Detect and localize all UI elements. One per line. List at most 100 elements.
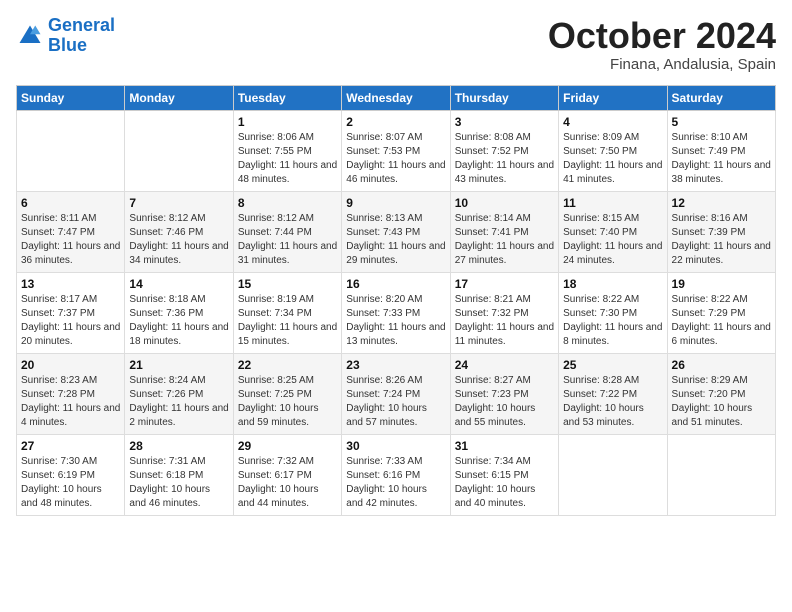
day-number: 13 [21,277,120,291]
day-info: Sunrise: 8:22 AM Sunset: 7:29 PM Dayligh… [672,293,771,349]
calendar-cell-w4-d0: 20 Sunrise: 8:23 AM Sunset: 7:28 PM Dayli… [17,353,125,434]
day-number: 11 [563,196,662,210]
calendar-cell-w5-d4: 31 Sunrise: 7:34 AM Sunset: 6:15 PM Dayli… [450,434,558,515]
day-info: Sunrise: 8:19 AM Sunset: 7:34 PM Dayligh… [238,293,337,349]
day-number: 12 [672,196,771,210]
day-number: 26 [672,358,771,372]
calendar-cell-w4-d4: 24 Sunrise: 8:27 AM Sunset: 7:23 PM Dayli… [450,353,558,434]
day-number: 29 [238,439,337,453]
calendar-cell-w1-d1 [125,110,233,191]
day-number: 4 [563,115,662,129]
day-info: Sunrise: 8:13 AM Sunset: 7:43 PM Dayligh… [346,212,445,268]
calendar-cell-w3-d6: 19Sunrise: 8:22 AM Sunset: 7:29 PM Dayli… [667,272,775,353]
calendar-cell-w2-d4: 10Sunrise: 8:14 AM Sunset: 7:41 PM Dayli… [450,191,558,272]
col-thursday: Thursday [450,85,558,110]
day-info: Sunrise: 8:08 AM Sunset: 7:52 PM Dayligh… [455,131,554,187]
calendar-week-5: 27 Sunrise: 7:30 AM Sunset: 6:19 PM Dayli… [17,434,776,515]
logo-text: General Blue [48,16,115,56]
calendar-cell-w4-d6: 26 Sunrise: 8:29 AM Sunset: 7:20 PM Dayli… [667,353,775,434]
day-number: 2 [346,115,445,129]
calendar-cell-w2-d2: 8Sunrise: 8:12 AM Sunset: 7:44 PM Daylig… [233,191,341,272]
day-info: Sunrise: 8:26 AM Sunset: 7:24 PM Dayligh… [346,374,445,430]
calendar-cell-w2-d0: 6 Sunrise: 8:11 AM Sunset: 7:47 PM Daylig… [17,191,125,272]
day-info: Sunrise: 8:12 AM Sunset: 7:44 PM Dayligh… [238,212,337,268]
col-sunday: Sunday [17,85,125,110]
calendar-cell-w4-d5: 25 Sunrise: 8:28 AM Sunset: 7:22 PM Dayli… [559,353,667,434]
day-number: 7 [129,196,228,210]
col-friday: Friday [559,85,667,110]
day-info: Sunrise: 8:10 AM Sunset: 7:49 PM Dayligh… [672,131,771,187]
day-info: Sunrise: 8:15 AM Sunset: 7:40 PM Dayligh… [563,212,662,268]
calendar-cell-w3-d4: 17 Sunrise: 8:21 AM Sunset: 7:32 PM Dayli… [450,272,558,353]
day-info: Sunrise: 7:34 AM Sunset: 6:15 PM Dayligh… [455,455,554,511]
day-info: Sunrise: 8:21 AM Sunset: 7:32 PM Dayligh… [455,293,554,349]
day-info: Sunrise: 8:20 AM Sunset: 7:33 PM Dayligh… [346,293,445,349]
calendar-table: Sunday Monday Tuesday Wednesday Thursday… [16,85,776,516]
day-info: Sunrise: 8:28 AM Sunset: 7:22 PM Dayligh… [563,374,662,430]
logo: General Blue [16,16,115,56]
logo-icon [16,22,44,50]
day-info: Sunrise: 8:16 AM Sunset: 7:39 PM Dayligh… [672,212,771,268]
day-number: 21 [129,358,228,372]
day-info: Sunrise: 8:12 AM Sunset: 7:46 PM Dayligh… [129,212,228,268]
calendar-cell-w5-d6 [667,434,775,515]
calendar-cell-w1-d3: 2 Sunrise: 8:07 AM Sunset: 7:53 PM Daylig… [342,110,450,191]
day-number: 14 [129,277,228,291]
day-info: Sunrise: 8:25 AM Sunset: 7:25 PM Dayligh… [238,374,337,430]
day-info: Sunrise: 7:31 AM Sunset: 6:18 PM Dayligh… [129,455,228,511]
day-info: Sunrise: 8:07 AM Sunset: 7:53 PM Dayligh… [346,131,445,187]
calendar-cell-w2-d3: 9 Sunrise: 8:13 AM Sunset: 7:43 PM Daylig… [342,191,450,272]
day-info: Sunrise: 7:33 AM Sunset: 6:16 PM Dayligh… [346,455,445,511]
logo-line2: Blue [48,35,87,55]
day-number: 3 [455,115,554,129]
day-number: 22 [238,358,337,372]
day-number: 10 [455,196,554,210]
calendar-header-row: Sunday Monday Tuesday Wednesday Thursday… [17,85,776,110]
calendar-cell-w1-d5: 4 Sunrise: 8:09 AM Sunset: 7:50 PM Daylig… [559,110,667,191]
calendar-week-3: 13 Sunrise: 8:17 AM Sunset: 7:37 PM Dayli… [17,272,776,353]
calendar-cell-w3-d5: 18Sunrise: 8:22 AM Sunset: 7:30 PM Dayli… [559,272,667,353]
day-number: 31 [455,439,554,453]
col-wednesday: Wednesday [342,85,450,110]
day-info: Sunrise: 8:11 AM Sunset: 7:47 PM Dayligh… [21,212,120,268]
calendar-cell-w1-d2: 1Sunrise: 8:06 AM Sunset: 7:55 PM Daylig… [233,110,341,191]
calendar-cell-w2-d6: 12 Sunrise: 8:16 AM Sunset: 7:39 PM Dayli… [667,191,775,272]
calendar-cell-w1-d6: 5 Sunrise: 8:10 AM Sunset: 7:49 PM Daylig… [667,110,775,191]
day-info: Sunrise: 8:18 AM Sunset: 7:36 PM Dayligh… [129,293,228,349]
day-info: Sunrise: 8:29 AM Sunset: 7:20 PM Dayligh… [672,374,771,430]
day-number: 20 [21,358,120,372]
day-number: 5 [672,115,771,129]
day-number: 30 [346,439,445,453]
day-info: Sunrise: 8:23 AM Sunset: 7:28 PM Dayligh… [21,374,120,430]
day-number: 25 [563,358,662,372]
day-number: 6 [21,196,120,210]
calendar-cell-w2-d1: 7 Sunrise: 8:12 AM Sunset: 7:46 PM Daylig… [125,191,233,272]
day-number: 15 [238,277,337,291]
calendar-cell-w4-d3: 23Sunrise: 8:26 AM Sunset: 7:24 PM Dayli… [342,353,450,434]
day-info: Sunrise: 8:22 AM Sunset: 7:30 PM Dayligh… [563,293,662,349]
day-info: Sunrise: 7:32 AM Sunset: 6:17 PM Dayligh… [238,455,337,511]
day-number: 28 [129,439,228,453]
day-number: 24 [455,358,554,372]
day-number: 1 [238,115,337,129]
calendar-cell-w2-d5: 11 Sunrise: 8:15 AM Sunset: 7:40 PM Dayli… [559,191,667,272]
day-number: 17 [455,277,554,291]
day-info: Sunrise: 8:17 AM Sunset: 7:37 PM Dayligh… [21,293,120,349]
day-number: 27 [21,439,120,453]
day-info: Sunrise: 8:09 AM Sunset: 7:50 PM Dayligh… [563,131,662,187]
col-monday: Monday [125,85,233,110]
day-info: Sunrise: 8:27 AM Sunset: 7:23 PM Dayligh… [455,374,554,430]
calendar-week-2: 6 Sunrise: 8:11 AM Sunset: 7:47 PM Daylig… [17,191,776,272]
day-info: Sunrise: 7:30 AM Sunset: 6:19 PM Dayligh… [21,455,120,511]
calendar-cell-w1-d0 [17,110,125,191]
calendar-cell-w1-d4: 3 Sunrise: 8:08 AM Sunset: 7:52 PM Daylig… [450,110,558,191]
location-subtitle: Finana, Andalusia, Spain [548,56,776,73]
calendar-cell-w3-d2: 15 Sunrise: 8:19 AM Sunset: 7:34 PM Dayli… [233,272,341,353]
calendar-cell-w3-d3: 16Sunrise: 8:20 AM Sunset: 7:33 PM Dayli… [342,272,450,353]
calendar-cell-w5-d3: 30 Sunrise: 7:33 AM Sunset: 6:16 PM Dayli… [342,434,450,515]
col-saturday: Saturday [667,85,775,110]
page-header: General Blue October 2024 Finana, Andalu… [16,16,776,73]
calendar-cell-w3-d0: 13 Sunrise: 8:17 AM Sunset: 7:37 PM Dayli… [17,272,125,353]
logo-line1: General [48,15,115,35]
day-number: 9 [346,196,445,210]
